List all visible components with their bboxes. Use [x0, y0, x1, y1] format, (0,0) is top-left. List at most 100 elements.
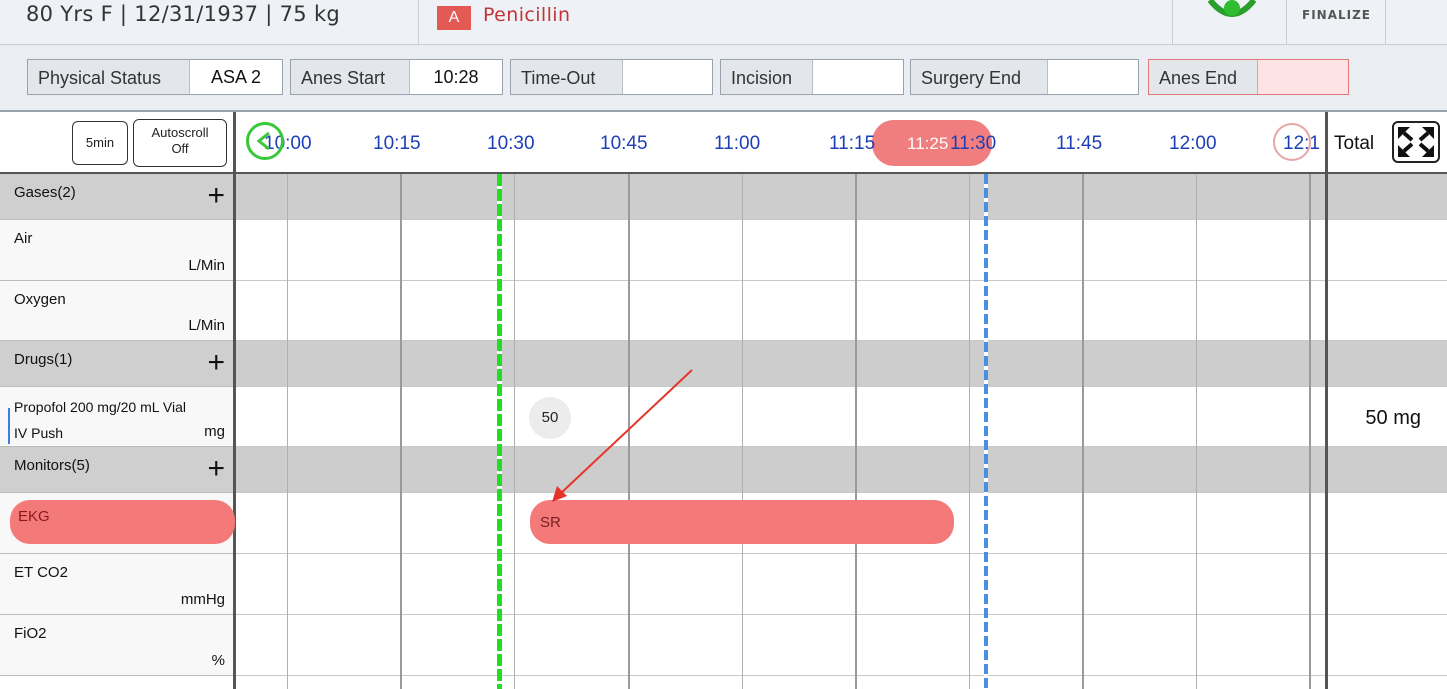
- finalize-button[interactable]: FINALIZE: [1302, 8, 1371, 22]
- incision-label: Incision: [731, 68, 793, 88]
- allergy-badge[interactable]: A: [437, 6, 471, 30]
- surgery-end-value[interactable]: [1047, 60, 1138, 94]
- grid-line: [400, 174, 402, 689]
- time-out-field[interactable]: Time-Out: [510, 59, 713, 95]
- physical-status-field[interactable]: Physical Status ASA 2: [27, 59, 283, 95]
- total-row-air: [1328, 220, 1447, 281]
- row-fio2[interactable]: FiO2 %: [0, 615, 233, 676]
- header-divider: [1286, 0, 1287, 44]
- row-selection-accent: [8, 408, 10, 444]
- total-row-gases: [1328, 174, 1447, 220]
- time-out-value[interactable]: [622, 60, 712, 94]
- section-drugs-title: Drugs(1): [14, 351, 73, 368]
- header-divider: [1385, 0, 1386, 44]
- anes-start-field[interactable]: Anes Start 10:28: [290, 59, 503, 95]
- row-oxygen-name: Oxygen: [14, 291, 66, 308]
- row-propofol-unit: mg: [204, 423, 225, 440]
- row-air[interactable]: Air L/Min: [0, 220, 233, 281]
- allergy-name[interactable]: Penicillin: [483, 4, 570, 26]
- row-etco2-unit: mmHg: [180, 591, 225, 608]
- totals-column: 50 mg: [1325, 174, 1447, 689]
- section-monitors: Monitors(5) +: [0, 447, 233, 493]
- time-header: 5min Autoscroll Off 11:25 10:00 10:15 10…: [0, 112, 1447, 174]
- total-row-ekg: [1328, 493, 1447, 554]
- time-out-label: Time-Out: [521, 68, 596, 88]
- time-tick: 11:30: [950, 133, 997, 154]
- row-etco2[interactable]: ET CO2 mmHg: [0, 554, 233, 615]
- timeline-grid[interactable]: [236, 174, 1325, 689]
- row-propofol-route: IV Push: [14, 425, 64, 441]
- row-ekg-name: EKG: [18, 508, 50, 525]
- header-divider: [418, 0, 419, 44]
- add-monitor-button[interactable]: +: [207, 454, 225, 484]
- time-tick: 11:45: [1056, 133, 1103, 154]
- row-oxygen-unit: L/Min: [188, 317, 225, 334]
- physical-status-value[interactable]: ASA 2: [189, 60, 282, 94]
- autoscroll-button[interactable]: Autoscroll Off: [133, 119, 227, 167]
- section-gases-title: Gases(2): [14, 184, 76, 201]
- time-tick: 12:00: [1169, 133, 1217, 154]
- grid-line: [628, 174, 630, 689]
- events-bar: Physical Status ASA 2 Anes Start 10:28 T…: [0, 45, 1447, 112]
- current-time-label: 11:25: [907, 134, 949, 153]
- total-row-monitors: [1328, 447, 1447, 493]
- expand-icon[interactable]: [1392, 121, 1440, 163]
- total-row-fio2: [1328, 615, 1447, 676]
- row-etco2-name: ET CO2: [14, 564, 68, 581]
- anes-end-value[interactable]: [1257, 60, 1348, 94]
- incision-value[interactable]: [812, 60, 903, 94]
- anes-start-value[interactable]: 10:28: [409, 60, 502, 94]
- current-time-line: [984, 174, 988, 689]
- interval-button[interactable]: 5min: [72, 121, 128, 165]
- row-labels: Gases(2) + Air L/Min Oxygen L/Min Drugs(…: [0, 174, 236, 689]
- total-row-propofol: 50 mg: [1328, 387, 1447, 447]
- anes-end-label: Anes End: [1159, 68, 1238, 88]
- ekg-row-highlight[interactable]: EKG: [10, 500, 235, 544]
- timeline-controls: 5min Autoscroll Off: [0, 112, 236, 172]
- autoscroll-state: Off: [171, 141, 189, 156]
- row-fio2-unit: %: [211, 652, 225, 669]
- total-row-oxygen: [1328, 281, 1447, 341]
- row-air-name: Air: [14, 230, 33, 247]
- patient-info: 80 Yrs F | 12/31/1937 | 75 kg: [26, 2, 341, 26]
- header-divider: [1172, 0, 1173, 44]
- time-tick: 10:15: [373, 133, 421, 154]
- section-drugs: Drugs(1) +: [0, 341, 233, 387]
- grid-line: [287, 174, 288, 689]
- incision-field[interactable]: Incision: [720, 59, 904, 95]
- total-row-etco2: [1328, 554, 1447, 615]
- propofol-total: 50 mg: [1365, 407, 1421, 429]
- row-propofol-name: Propofol 200 mg/20 mL Vial: [14, 399, 186, 415]
- autoscroll-label: Autoscroll: [151, 125, 209, 140]
- grid-line: [1196, 174, 1197, 689]
- surgery-end-field[interactable]: Surgery End: [910, 59, 1139, 95]
- add-drug-button[interactable]: +: [207, 348, 225, 378]
- row-fio2-name: FiO2: [14, 625, 47, 642]
- surgery-end-label: Surgery End: [921, 68, 1022, 88]
- time-tick: 10:30: [487, 133, 535, 154]
- grid-line: [1082, 174, 1084, 689]
- section-monitors-title: Monitors(5): [14, 457, 90, 474]
- total-header: Total: [1325, 112, 1447, 172]
- section-gases: Gases(2) +: [0, 174, 233, 220]
- scroll-right-icon[interactable]: [1273, 123, 1311, 161]
- drug-dose-marker[interactable]: 50: [529, 397, 571, 439]
- physical-status-label: Physical Status: [38, 68, 162, 88]
- grid-line: [969, 174, 970, 689]
- add-gas-button[interactable]: +: [207, 181, 225, 211]
- grid-line: [855, 174, 857, 689]
- ekg-rhythm-label: SR: [540, 514, 561, 531]
- row-propofol[interactable]: Propofol 200 mg/20 mL Vial IV Push mg: [0, 387, 233, 447]
- scroll-left-icon[interactable]: [246, 122, 284, 160]
- time-tick: 11:00: [714, 133, 761, 154]
- patient-header: 80 Yrs F | 12/31/1937 | 75 kg A Penicill…: [0, 0, 1447, 45]
- green-status-icon[interactable]: [1206, 0, 1258, 20]
- grid-line: [1309, 174, 1311, 689]
- ekg-rhythm-bar[interactable]: SR: [530, 500, 954, 544]
- grid-line: [742, 174, 743, 689]
- anes-end-field[interactable]: Anes End: [1148, 59, 1349, 95]
- row-air-unit: L/Min: [188, 257, 225, 274]
- total-label: Total: [1334, 133, 1375, 154]
- row-oxygen[interactable]: Oxygen L/Min: [0, 281, 233, 341]
- total-row-drugs: [1328, 341, 1447, 387]
